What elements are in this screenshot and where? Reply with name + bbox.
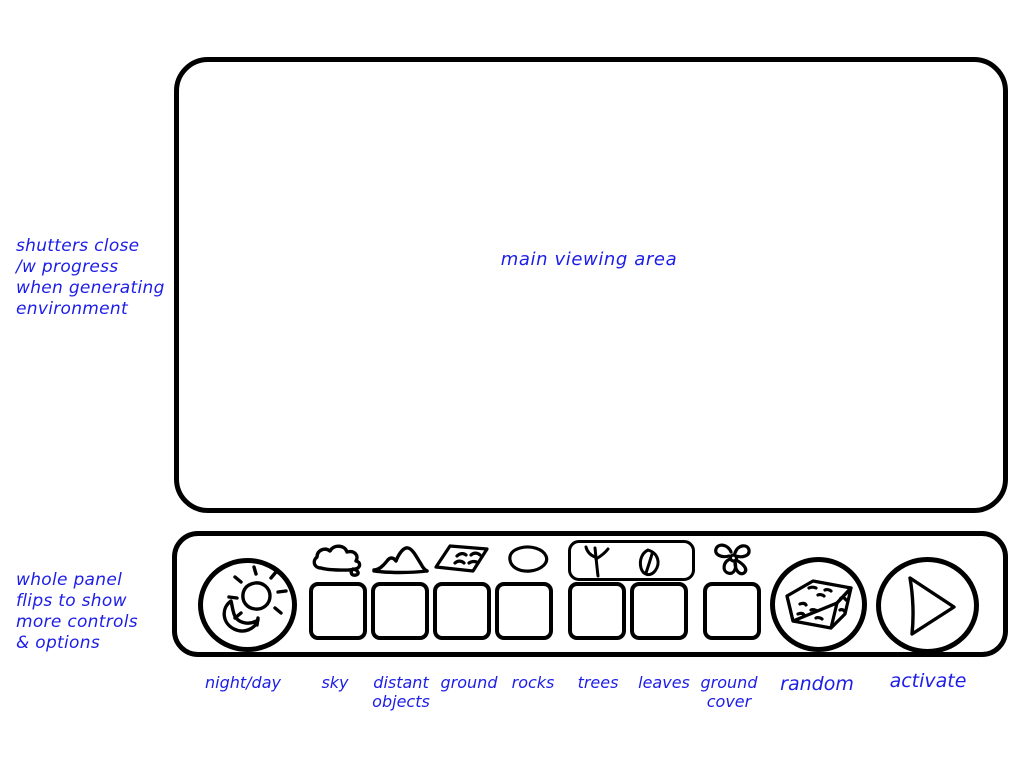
sapling-leaf-icons (584, 545, 660, 578)
sapling-icon (593, 546, 600, 578)
night-day-button[interactable] (198, 558, 297, 652)
label-trees: trees (577, 673, 619, 692)
main-viewing-area[interactable] (174, 57, 1008, 513)
rock-icon (508, 545, 549, 573)
label-sky: sky (321, 673, 349, 692)
wireframe-mockup: shutters close /w progress when generati… (0, 0, 1024, 768)
main-viewing-area-label: main viewing area (500, 249, 678, 270)
distant-objects-slot-button[interactable] (371, 582, 429, 640)
label-rocks: rocks (511, 673, 555, 692)
label-ground: ground (440, 673, 498, 692)
label-leaves: leaves (638, 673, 690, 692)
cloud-icon (312, 544, 362, 577)
random-button[interactable] (770, 557, 867, 652)
rocks-icon-slot (500, 540, 558, 578)
ground-icon-slot (433, 540, 491, 578)
flower-icon (714, 543, 751, 576)
trees-leaves-group-box[interactable] (568, 540, 695, 581)
activate-button[interactable] (876, 557, 979, 654)
sun-moon-icon (222, 565, 288, 633)
ground-plane-icon (434, 544, 489, 573)
leaves-slot-button[interactable] (630, 582, 688, 640)
label-random: random (780, 673, 854, 695)
play-triangle-icon (908, 576, 956, 636)
mountain-icon (372, 546, 429, 575)
label-activate: activate (889, 670, 967, 692)
label-night-day: night/day (205, 673, 281, 692)
rocks-slot-button[interactable] (495, 582, 553, 640)
ground-cover-icon-slot (706, 538, 764, 576)
ground-cover-slot-button[interactable] (703, 582, 761, 640)
trees-slot-button[interactable] (568, 582, 626, 640)
label-distant-objects: distant objects (372, 673, 430, 711)
sky-icon-slot (309, 540, 367, 578)
distant-objects-icon-slot (371, 540, 429, 578)
ground-slot-button[interactable] (433, 582, 491, 640)
annotation-panel-flip: whole panel flips to show more controls … (16, 570, 138, 653)
dice-cube-icon (785, 579, 853, 630)
sky-slot-button[interactable] (309, 582, 367, 640)
label-ground-cover: ground cover (700, 673, 758, 711)
